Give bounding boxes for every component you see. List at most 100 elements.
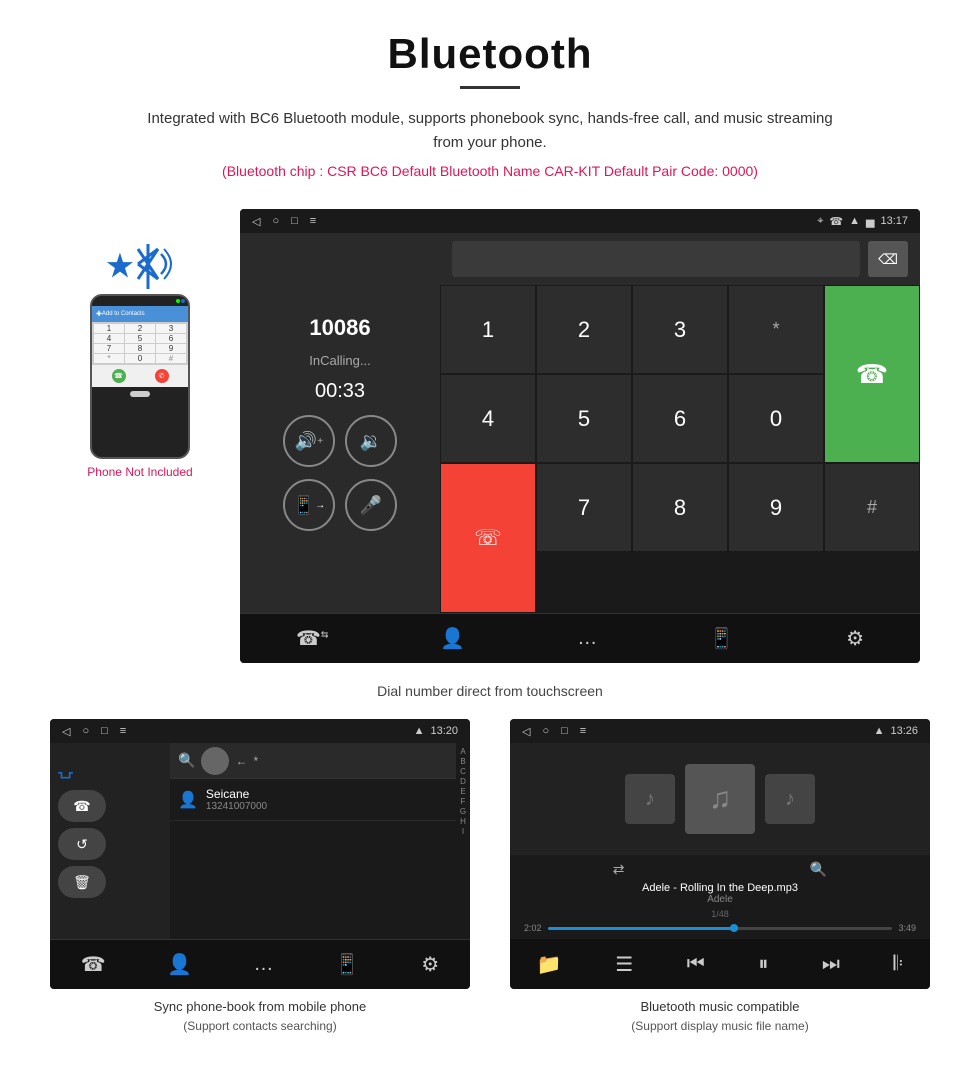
music-search-icon[interactable]: 🔍: [810, 861, 827, 878]
music-circle-icon: ○: [542, 725, 549, 737]
music-album-art-left: ♪: [625, 774, 675, 824]
pb-phone-btn[interactable]: ☎: [58, 790, 106, 822]
phonebook-layout: ⍽ ☎ ↺ 🗑 🔍 ← * 👤: [50, 743, 470, 939]
music-wrapper: ◁ ○ □ ≡ ▲ 13:26 ♪ ♫: [490, 719, 950, 1035]
music-note-center: ♫: [709, 782, 732, 816]
call-number: 10086: [309, 315, 370, 341]
call-green-btn[interactable]: ☎: [824, 285, 920, 463]
pb-contact-info: Seicane 13241007000: [206, 787, 267, 812]
keypad-display: ⌫: [440, 233, 920, 285]
key-5[interactable]: 5: [536, 374, 632, 463]
square-icon: □: [291, 215, 298, 227]
keypad-input: [452, 241, 860, 277]
phone-home-btn: [130, 391, 150, 397]
pb-contact-number: 13241007000: [206, 801, 267, 812]
bluetooth-symbol-svg: [123, 239, 173, 294]
phonebook-screen: ◁ ○ □ ≡ ▲ 13:20 ⍽ ☎ ↺ 🗑: [50, 719, 470, 989]
bluetooth-signal: ★: [107, 239, 174, 294]
pb-nav-bar: ☎ 👤 … 📱 ⚙: [50, 939, 470, 989]
key-2[interactable]: 2: [536, 285, 632, 374]
music-info-area: ⇄ 🔍 Adele - Rolling In the Deep.mp3 Adel…: [510, 855, 930, 939]
keypad-grid: 1 2 3 * ☎ 4 5 6 0 ☏ 7 8 9 #: [440, 285, 920, 613]
shuffle-icon[interactable]: ⇄: [613, 861, 625, 878]
transfer-btn[interactable]: 📱→: [283, 479, 335, 531]
pb-back-arrow: ←: [235, 754, 247, 768]
music-nav-eq[interactable]: 𝄆: [893, 953, 903, 976]
key-1[interactable]: 1: [440, 285, 536, 374]
key-3[interactable]: 3: [632, 285, 728, 374]
progress-fill: [548, 927, 734, 930]
music-nav-next[interactable]: ⏭: [822, 953, 840, 976]
phonebook-sidebar: ⍽ ☎ ↺ 🗑: [50, 743, 170, 939]
music-nav-list[interactable]: ☰: [615, 952, 633, 977]
music-artist-name: Adele: [520, 894, 920, 905]
dial-area: 10086 InCalling... 00:33 🔊+ 🔉 📱→ 🎤 ⌫: [240, 233, 920, 613]
phone-status-bar: [92, 296, 188, 306]
pb-search-icon: 🔍: [178, 752, 195, 769]
pb-sync-btn[interactable]: ↺: [58, 828, 106, 860]
pb-signal: ▲: [414, 725, 425, 737]
pb-status-bar: ◁ ○ □ ≡ ▲ 13:20: [50, 719, 470, 743]
page-title: Bluetooth: [40, 30, 940, 78]
music-nav-prev[interactable]: ⏮: [687, 953, 705, 976]
pb-nav-grid[interactable]: …: [253, 953, 273, 976]
phonebook-main: 🔍 ← * 👤 Seicane 13241007000: [170, 743, 456, 939]
phone-contact-bar: ✚ Add to Contacts: [92, 306, 188, 322]
music-screen: ◁ ○ □ ≡ ▲ 13:26 ♪ ♫: [510, 719, 930, 989]
signal-icon: ▲: [849, 215, 860, 227]
progress-thumb: [730, 924, 738, 932]
key-6[interactable]: 6: [632, 374, 728, 463]
nav-person-icon[interactable]: 👤: [440, 626, 465, 651]
key-hash[interactable]: #: [824, 463, 920, 552]
pb-nav-person[interactable]: 👤: [167, 952, 192, 977]
keypad-panel: ⌫ 1 2 3 * ☎ 4 5 6 0 ☏ 7 8 9 #: [440, 233, 920, 613]
music-status-bar: ◁ ○ □ ≡ ▲ 13:26: [510, 719, 930, 743]
pb-search-bar: 🔍 ← *: [170, 743, 456, 779]
mic-btn[interactable]: 🎤: [345, 479, 397, 531]
page-description: Integrated with BC6 Bluetooth module, su…: [140, 107, 840, 155]
pb-contact-list: 👤 Seicane 13241007000: [170, 779, 456, 939]
key-0[interactable]: 0: [728, 374, 824, 463]
key-4[interactable]: 4: [440, 374, 536, 463]
nav-grid-icon[interactable]: …: [577, 627, 597, 650]
pb-contact-name: Seicane: [206, 787, 267, 801]
music-nav-folder[interactable]: 📁: [537, 952, 562, 977]
phone-status-icon: ☎: [829, 215, 843, 228]
menu-icon: ≡: [310, 215, 316, 227]
pb-alpha-list: A B C D E F G H I: [456, 743, 470, 939]
pb-trash-btn[interactable]: 🗑: [58, 866, 106, 898]
nav-transfer-icon[interactable]: 📱: [709, 626, 734, 651]
music-time-total: 3:49: [898, 923, 916, 933]
pb-contact-item[interactable]: 👤 Seicane 13241007000: [170, 779, 456, 821]
key-7[interactable]: 7: [536, 463, 632, 552]
pb-nav-phone[interactable]: ☎: [81, 952, 106, 977]
status-time: 13:17: [880, 215, 908, 227]
phone-dialpad: 123 456 789 *0#: [92, 322, 188, 365]
android-status-bar: ◁ ○ □ ≡ ⌖ ☎ ▲ ▅ 13:17: [240, 209, 920, 233]
phonebook-wrapper: ◁ ○ □ ≡ ▲ 13:20 ⍽ ☎ ↺ 🗑: [30, 719, 490, 1035]
music-back-icon: ◁: [522, 725, 530, 738]
key-9[interactable]: 9: [728, 463, 824, 552]
music-menu-icon: ≡: [580, 725, 586, 737]
music-signal: ▲: [874, 725, 885, 737]
call-red-btn[interactable]: ☏: [440, 463, 536, 613]
music-note-left: ♪: [645, 788, 655, 811]
pb-nav-transfer[interactable]: 📱: [335, 952, 360, 977]
volume-up-btn[interactable]: 🔊+: [283, 415, 335, 467]
pb-contact-avatar: 👤: [178, 790, 198, 810]
backspace-btn[interactable]: ⌫: [868, 241, 908, 277]
music-album-art-right: ♪: [765, 774, 815, 824]
nav-phone-icon[interactable]: ☎⇆: [296, 626, 328, 651]
key-star[interactable]: *: [728, 285, 824, 374]
music-nav-play[interactable]: ⏸: [758, 953, 768, 976]
call-controls-2: 📱→ 🎤: [283, 479, 397, 531]
key-8[interactable]: 8: [632, 463, 728, 552]
nav-settings-icon[interactable]: ⚙: [846, 626, 864, 651]
music-caption: Bluetooth music compatible (Support disp…: [631, 997, 808, 1035]
pb-bluetooth-icon: ⍽: [58, 751, 162, 784]
pb-nav-settings[interactable]: ⚙: [421, 952, 439, 977]
pb-menu-icon: ≡: [120, 725, 126, 737]
volume-down-btn[interactable]: 🔉: [345, 415, 397, 467]
music-track-name: Adele - Rolling In the Deep.mp3: [520, 882, 920, 894]
bottom-section: ◁ ○ □ ≡ ▲ 13:20 ⍽ ☎ ↺ 🗑: [0, 719, 980, 1055]
